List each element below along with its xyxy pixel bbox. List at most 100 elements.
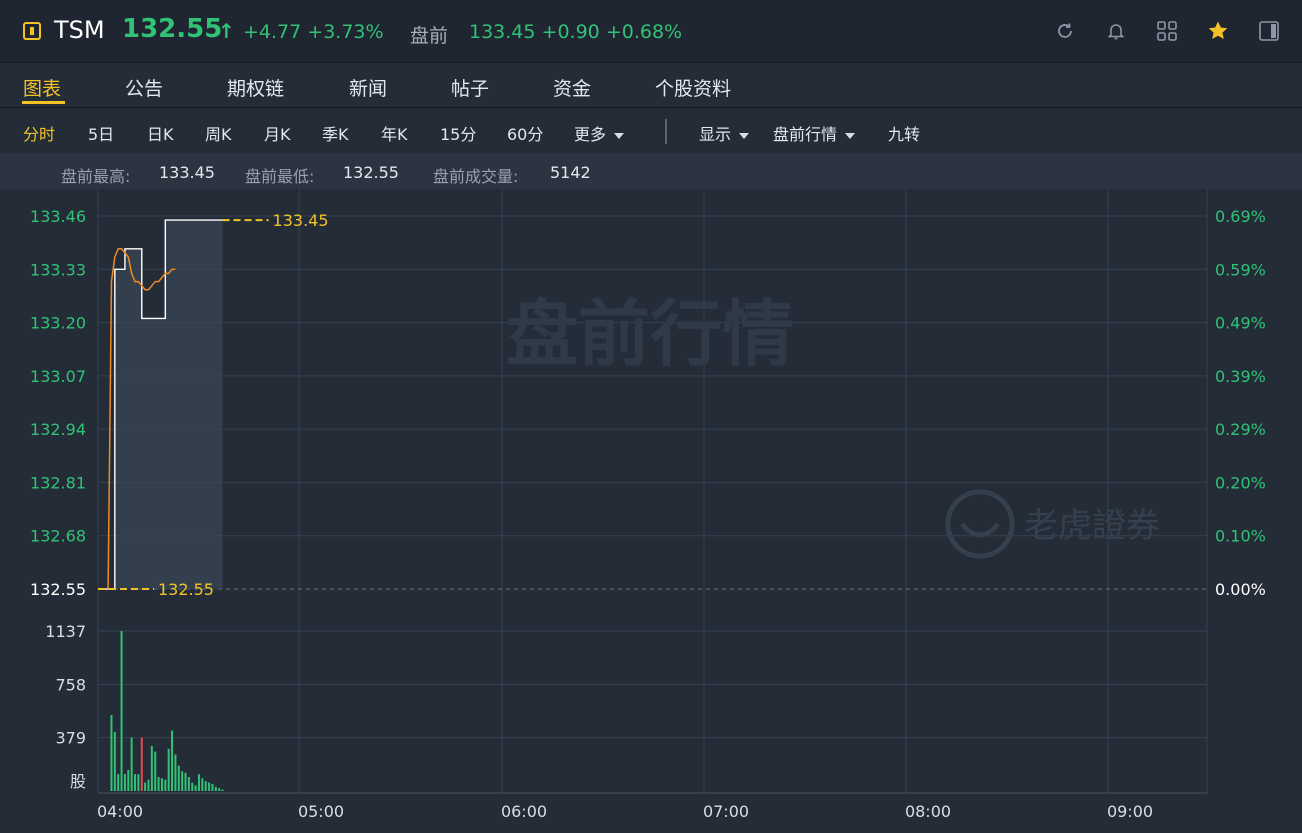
volume-bar (174, 754, 177, 791)
up-arrow-icon: ↑ (218, 19, 235, 43)
volume-label: 盘前成交量: (433, 167, 519, 186)
high-marker-label: 133.45 (273, 211, 329, 230)
percent-tick-label: 0.00% (1215, 580, 1266, 599)
time-tick-label: 07:00 (703, 802, 749, 821)
period-monthly[interactable]: 月K (264, 121, 291, 145)
active-tab-indicator (22, 101, 65, 104)
price-tick-label: 133.07 (30, 367, 86, 386)
volume-bar (157, 776, 160, 791)
volume-bar (137, 774, 140, 791)
volume-bar (147, 779, 150, 791)
tab-capital-flow[interactable]: 资金 (553, 74, 591, 101)
volume-bar (194, 785, 197, 791)
volume-bar (164, 779, 167, 791)
brand-watermark-logo (945, 489, 1015, 559)
volume-bar (208, 782, 211, 791)
volume-bar (204, 781, 207, 791)
tab-profile[interactable]: 个股资料 (655, 74, 731, 101)
session-dropdown[interactable]: 盘前行情 (773, 121, 856, 145)
period-intraday[interactable]: 分时 (23, 121, 55, 145)
volume-bar (134, 774, 137, 791)
price-area-fill (98, 220, 223, 589)
period-quarterly[interactable]: 季K (322, 121, 349, 145)
bell-icon[interactable] (1105, 20, 1127, 42)
percent-tick-label: 0.49% (1215, 314, 1266, 333)
ticker-symbol: TSM (54, 16, 105, 44)
high-value: 133.45 (159, 163, 215, 182)
period-15min[interactable]: 15分 (440, 121, 476, 145)
tab-options-chain[interactable]: 期权链 (227, 74, 284, 101)
quote-header: TSM 132.55 ↑ +4.77 +3.73% 盘前 133.45 +0.9… (0, 0, 1302, 63)
refresh-icon[interactable] (1054, 20, 1076, 42)
panel-toggle-icon[interactable] (1258, 20, 1280, 42)
time-tick-label: 06:00 (501, 802, 547, 821)
period-daily[interactable]: 日K (147, 121, 174, 145)
high-label: 盘前最高: (61, 167, 131, 186)
period-60min[interactable]: 60分 (507, 121, 543, 145)
price-tick-label: 132.68 (30, 527, 86, 546)
volume-bar (187, 776, 190, 791)
period-yearly[interactable]: 年K (381, 121, 408, 145)
percent-tick-label: 0.39% (1215, 367, 1266, 386)
percent-tick-label: 0.29% (1215, 420, 1266, 439)
intraday-chart[interactable]: 盘前行情 老虎證券 133.45 132.55 133.46 0.69% 133.33… (0, 189, 1302, 833)
volume-tick-label: 758 (55, 675, 86, 694)
percent-tick-label: 0.59% (1215, 260, 1266, 279)
volume-bar (110, 715, 113, 791)
volume-bar (184, 772, 187, 791)
price-tick-label: 132.94 (30, 420, 86, 439)
display-dropdown[interactable]: 显示 (699, 121, 750, 145)
chart-grid (97, 189, 1208, 794)
period-5day[interactable]: 5日 (88, 121, 114, 145)
period-weekly[interactable]: 周K (205, 121, 232, 145)
last-price: 132.55 (122, 14, 223, 44)
volume-bar (197, 774, 200, 791)
volume-bar (167, 748, 170, 791)
nine-turn-indicator[interactable]: 九转 (888, 121, 920, 145)
volume-bar (150, 745, 153, 791)
section-tabs: 图表 公告 期权链 新闻 帖子 资金 个股资料 (0, 62, 1302, 108)
percent-tick-label: 0.69% (1215, 207, 1266, 226)
volume-bar (127, 769, 130, 791)
volume-bar (201, 778, 204, 791)
time-tick-label: 05:00 (298, 802, 344, 821)
volume-bar (211, 783, 214, 791)
more-dropdown[interactable]: 更多 (574, 121, 625, 145)
grid-icon[interactable] (1156, 20, 1178, 42)
price-tick-label: 133.46 (30, 207, 86, 226)
chevron-down-icon (614, 132, 625, 139)
volume-unit-label: 股 (70, 772, 86, 791)
volume-bar (214, 786, 217, 791)
premarket-stats: 盘前最高: 133.45 盘前最低: 132.55 盘前成交量: 5142 (0, 153, 1302, 189)
volume-bar (181, 771, 184, 791)
price-tick-label: 133.33 (30, 260, 86, 279)
tab-news[interactable]: 新闻 (349, 74, 387, 101)
market-status-icon (23, 22, 41, 40)
volume-bar (171, 730, 174, 791)
volume-bar (218, 788, 221, 791)
volume-bar (160, 778, 163, 791)
volume-tick-label: 379 (55, 729, 86, 748)
premarket-quote: 133.45 +0.90 +0.68% (469, 21, 683, 43)
volume-bar (113, 731, 116, 791)
volume-bar (177, 765, 180, 791)
price-area (98, 220, 223, 589)
volume-tick-label: 1137 (45, 622, 86, 641)
tab-posts[interactable]: 帖子 (451, 74, 489, 101)
star-icon[interactable] (1207, 20, 1229, 42)
tab-chart[interactable]: 图表 (23, 74, 61, 101)
volume-bar (117, 774, 120, 791)
tab-announcements[interactable]: 公告 (125, 74, 163, 101)
toolbar-divider (665, 119, 667, 144)
brand-watermark-text: 老虎證券 (1024, 506, 1160, 546)
time-tick-label: 08:00 (905, 802, 951, 821)
volume-bar (191, 782, 194, 791)
percent-tick-label: 0.20% (1215, 473, 1266, 492)
chevron-down-icon (845, 132, 856, 139)
volume-bar (154, 751, 157, 791)
chevron-down-icon (739, 132, 750, 139)
price-tick-label: 132.55 (30, 580, 86, 599)
low-marker-label: 132.55 (158, 580, 214, 599)
price-tick-label: 133.20 (30, 314, 86, 333)
volume-bar (123, 774, 126, 791)
